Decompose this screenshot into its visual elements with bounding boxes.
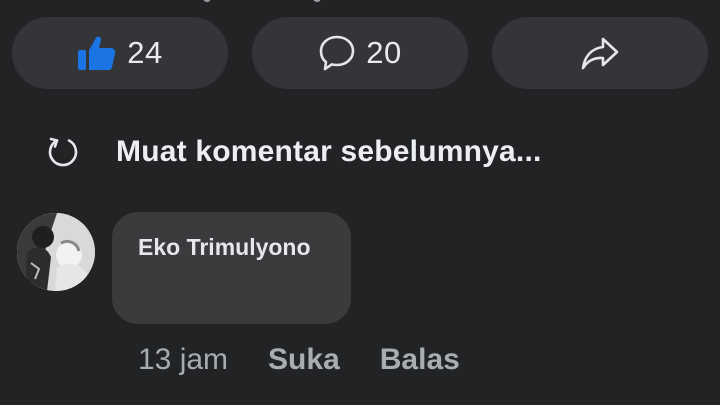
comment-count: 20 <box>366 35 402 70</box>
comment-meta: 13 jam Suka Balas <box>138 340 460 380</box>
refresh-icon <box>45 134 81 170</box>
truncated-post-text <box>138 0 338 4</box>
load-previous-comments[interactable]: Muat komentar sebelumnya... <box>45 130 542 174</box>
like-button[interactable]: 24 <box>12 17 228 89</box>
comment-reply-button[interactable]: Balas <box>380 343 460 377</box>
comment-button[interactable]: 20 <box>252 17 468 89</box>
comment-time[interactable]: 13 jam <box>138 343 228 377</box>
comment-like-button[interactable]: Suka <box>268 343 340 377</box>
comment-bubble[interactable]: Eko Trimulyono <box>112 212 351 324</box>
post-actions-bar: 24 20 <box>12 17 708 89</box>
load-more-label: Muat komentar sebelumnya... <box>116 135 542 168</box>
avatar[interactable] <box>17 213 95 291</box>
share-button[interactable] <box>492 17 708 89</box>
speech-bubble-icon <box>318 34 356 72</box>
like-count: 24 <box>127 35 163 70</box>
thumbs-up-icon <box>77 33 117 73</box>
comment-author[interactable]: Eko Trimulyono <box>138 234 351 261</box>
share-arrow-icon <box>580 33 620 73</box>
